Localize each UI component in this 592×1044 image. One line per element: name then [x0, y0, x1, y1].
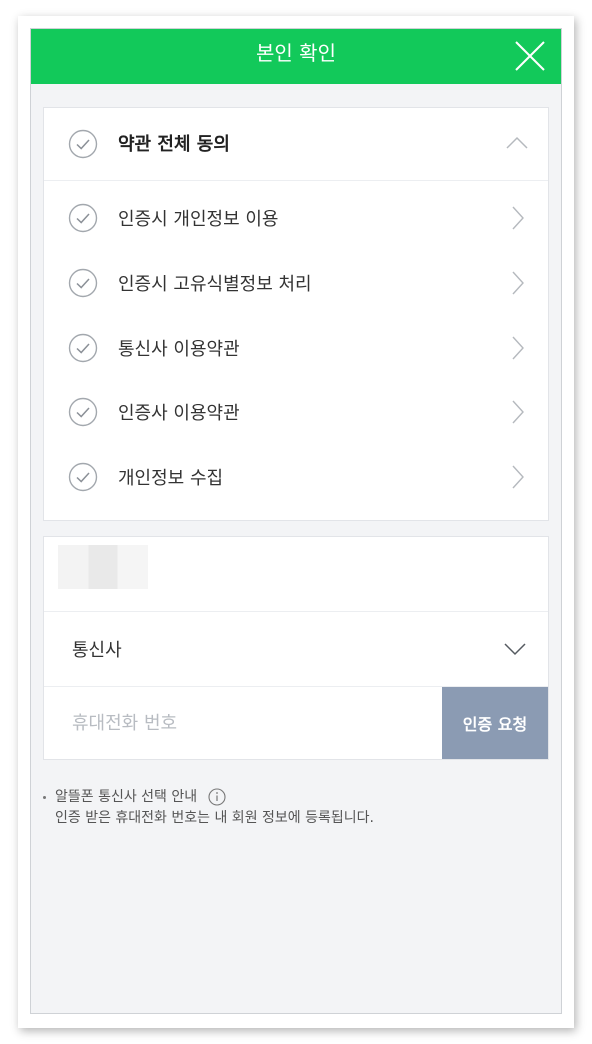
- chevron-right-icon[interactable]: [512, 336, 524, 360]
- check-circle-icon[interactable]: [68, 333, 98, 363]
- header-bar: 본인 확인: [31, 29, 561, 84]
- term-item[interactable]: 인증시 고유식별정보 처리: [44, 251, 548, 315]
- bullet-dot: [43, 796, 46, 799]
- chevron-right-icon[interactable]: [512, 206, 524, 230]
- notice-section: 알뜰폰 통신사 선택 안내 인증 받은 휴대전화 번호는 내 회원 정보에 등록…: [41, 787, 551, 829]
- chevron-right-icon[interactable]: [512, 465, 524, 489]
- term-label: 인증시 개인정보 이용: [118, 209, 279, 230]
- phone-row: 인증 요청: [44, 687, 548, 759]
- chevron-down-icon: [504, 643, 526, 656]
- redacted-name: [58, 545, 148, 589]
- request-verification-button[interactable]: 인증 요청: [442, 687, 548, 759]
- chevron-up-icon[interactable]: [506, 136, 528, 150]
- notice-line-registration: 인증 받은 휴대전화 번호는 내 회원 정보에 등록됩니다.: [55, 810, 374, 826]
- check-circle-icon[interactable]: [68, 268, 98, 298]
- term-item[interactable]: 개인정보 수집: [44, 445, 548, 509]
- term-item[interactable]: 인증시 개인정보 이용: [44, 186, 548, 250]
- term-item[interactable]: 인증사 이용약관: [44, 380, 548, 444]
- term-label: 통신사 이용약관: [118, 339, 240, 360]
- carrier-label: 통신사: [72, 640, 122, 661]
- term-label: 인증사 이용약관: [118, 403, 240, 424]
- check-circle-icon[interactable]: [68, 129, 98, 159]
- close-icon: [515, 41, 545, 71]
- term-label: 개인정보 수집: [118, 468, 224, 489]
- agree-all-label: 약관 전체 동의: [118, 134, 230, 155]
- chevron-right-icon[interactable]: [512, 400, 524, 424]
- page-title: 본인 확인: [256, 41, 336, 65]
- name-field-row[interactable]: [44, 537, 548, 612]
- chevron-right-icon[interactable]: [512, 271, 524, 295]
- close-button[interactable]: [513, 39, 547, 73]
- carrier-guide-text: 알뜰폰 통신사 선택 안내: [55, 789, 198, 805]
- verification-screen: 본인 확인 약관 전체 동의 인증시 개인정보 이용 인증시 고유식별정보 처리…: [30, 28, 562, 1014]
- phone-number-input[interactable]: [44, 687, 442, 759]
- terms-agreement-card: 약관 전체 동의 인증시 개인정보 이용 인증시 고유식별정보 처리 통신사 이…: [43, 107, 549, 521]
- check-circle-icon[interactable]: [68, 397, 98, 427]
- check-circle-icon[interactable]: [68, 462, 98, 492]
- term-label: 인증시 고유식별정보 처리: [118, 274, 312, 295]
- identity-form-card: 통신사 인증 요청: [43, 536, 549, 760]
- carrier-select[interactable]: 통신사: [44, 612, 548, 687]
- notice-line-carrier: 알뜰폰 통신사 선택 안내: [41, 787, 551, 808]
- info-icon[interactable]: [208, 788, 226, 806]
- agree-all-row[interactable]: 약관 전체 동의: [44, 108, 548, 181]
- term-item[interactable]: 통신사 이용약관: [44, 316, 548, 380]
- check-circle-icon[interactable]: [68, 203, 98, 233]
